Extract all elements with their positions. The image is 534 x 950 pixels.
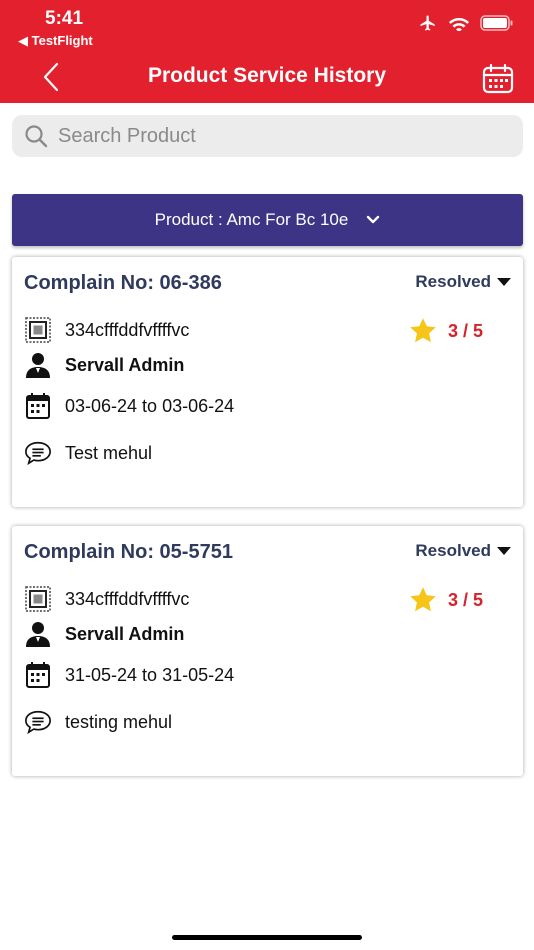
rating: 3 / 5 [408, 317, 483, 345]
serial-row: 334cfffddfvffffvc [24, 316, 189, 344]
person-icon [26, 622, 50, 647]
calendar-icon [482, 63, 514, 94]
rating-value: 3 / 5 [447, 320, 483, 341]
status-dropdown[interactable]: Resolved [415, 541, 511, 561]
caret-down-icon [497, 547, 511, 555]
calendar-icon [26, 393, 50, 419]
status-label: Resolved [415, 272, 491, 291]
dates-row: 31-05-24 to 31-05-24 [24, 661, 234, 689]
calendar-icon [26, 662, 50, 688]
testflight-back-link[interactable]: ◀ TestFlight [18, 33, 93, 49]
search-bar[interactable] [12, 115, 523, 157]
person-icon [26, 353, 50, 378]
date-range: 03-06-24 to 03-06-24 [65, 395, 235, 416]
dates-row: 03-06-24 to 03-06-24 [24, 392, 234, 420]
serial-number: 334cfffddfvffffvc [65, 588, 190, 609]
remark-row: testing mehul [24, 708, 172, 736]
star-icon [410, 587, 436, 612]
complaint-number: Complain No: 06-386 [24, 272, 222, 294]
battery-icon [480, 15, 513, 31]
serial-number: 334cfffddfvffffvc [65, 319, 190, 340]
rating-value: 3 / 5 [447, 589, 483, 610]
product-selector[interactable]: Product : Amc For Bc 10e [12, 194, 523, 246]
chat-bubble-icon [25, 441, 51, 466]
complaint-card[interactable]: Complain No: 06-386 Resolved 334cfffddfv… [12, 257, 523, 507]
complaint-card[interactable]: Complain No: 05-5751 Resolved 334cfffddf… [12, 526, 523, 776]
chevron-down-icon [367, 215, 380, 224]
home-indicator[interactable] [172, 935, 362, 940]
chip-icon [25, 317, 51, 343]
chat-bubble-icon [25, 710, 51, 735]
engineer-name: Servall Admin [65, 623, 185, 644]
chip-icon [25, 586, 51, 612]
status-label: Resolved [415, 541, 491, 560]
engineer-row: Servall Admin [24, 620, 184, 648]
status-dropdown[interactable]: Resolved [415, 272, 511, 292]
search-icon [25, 125, 48, 148]
star-icon [410, 318, 436, 343]
serial-row: 334cfffddfvffffvc [24, 585, 189, 613]
wifi-icon [448, 17, 470, 31]
product-selector-label: Product : Amc For Bc 10e [154, 210, 349, 229]
search-input[interactable] [58, 124, 488, 148]
calendar-filter-button[interactable] [482, 63, 514, 95]
rating: 3 / 5 [408, 586, 483, 614]
remark-text: Test mehul [65, 442, 153, 463]
status-time: 5:41 [45, 8, 84, 29]
status-icons [418, 14, 514, 32]
app-header: 5:41 ◀ TestFlight Product Service Histor… [0, 0, 534, 103]
airplane-icon [420, 15, 435, 31]
engineer-name: Servall Admin [65, 354, 185, 375]
remark-row: Test mehul [24, 439, 152, 467]
page-title: Product Service History [147, 64, 387, 87]
caret-down-icon [497, 278, 511, 286]
complaint-number: Complain No: 05-5751 [24, 541, 233, 563]
remark-text: testing mehul [65, 711, 173, 732]
date-range: 31-05-24 to 31-05-24 [65, 664, 235, 685]
engineer-row: Servall Admin [24, 351, 184, 379]
